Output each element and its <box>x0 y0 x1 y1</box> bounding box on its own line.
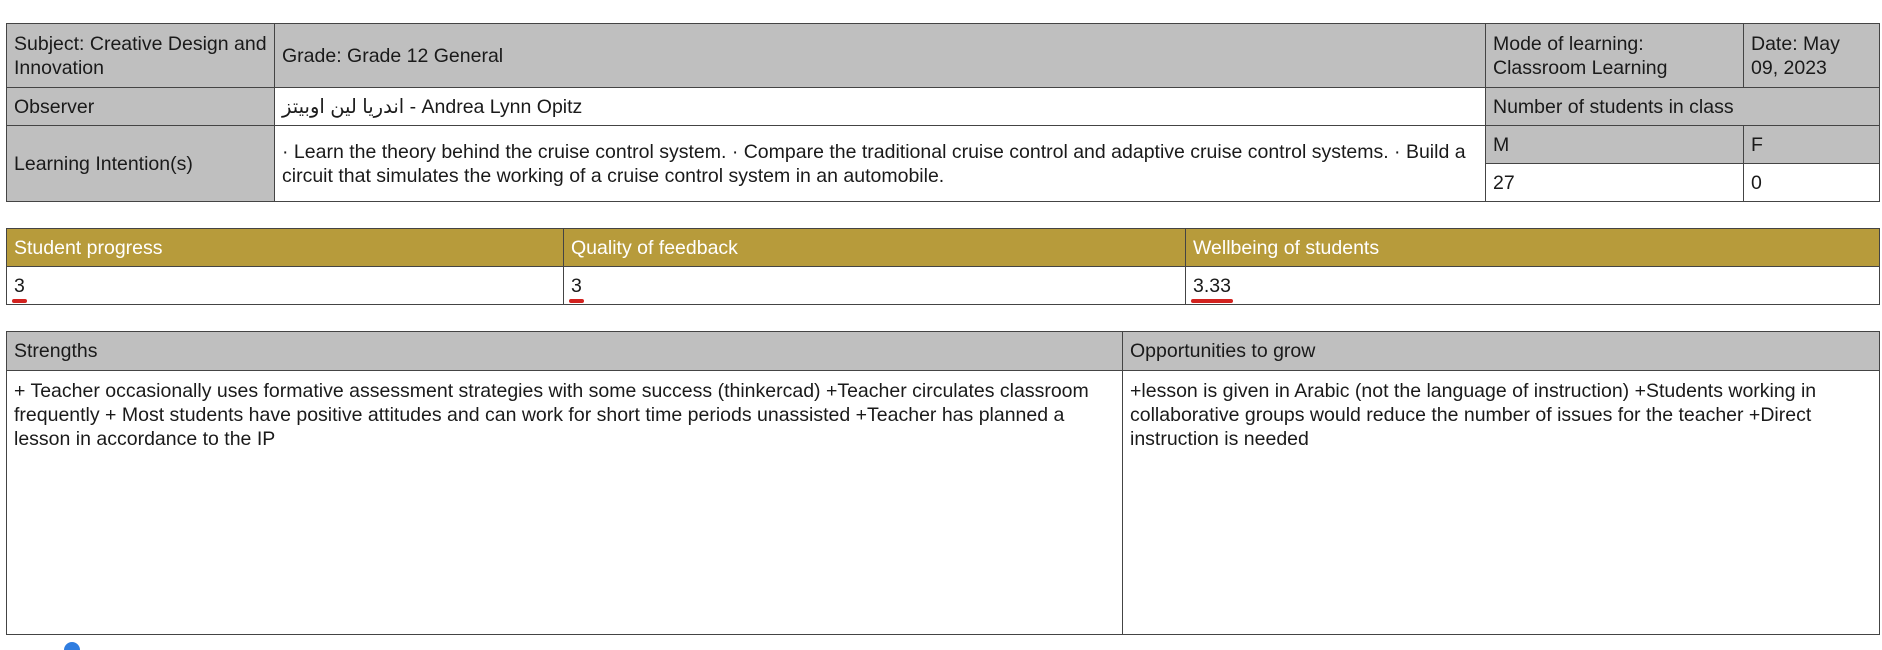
observer-name-arabic: اندريا لين اوبيتز <box>282 95 405 118</box>
strengths-header: Strengths <box>6 331 1123 371</box>
observation-header-table: Subject: Creative Design and Innovation … <box>6 23 1880 202</box>
wellbeing-cell: 3.33 <box>1185 266 1880 305</box>
quality-of-feedback-header: Quality of feedback <box>563 228 1186 267</box>
opportunities-header: Opportunities to grow <box>1122 331 1880 371</box>
male-count: 27 <box>1485 163 1744 202</box>
quality-of-feedback-score: 3 <box>569 274 584 303</box>
student-progress-header: Student progress <box>6 228 564 267</box>
observer-label: Observer <box>6 87 275 126</box>
opportunities-text: +lesson is given in Arabic (not the lang… <box>1122 370 1880 635</box>
observer-name-english: - Andrea Lynn Opitz <box>404 95 583 118</box>
date-cell: Date: May 09, 2023 <box>1743 23 1880 88</box>
student-progress-score: 3 <box>12 274 27 303</box>
red-underline-mark <box>1191 298 1233 303</box>
learning-intention-label: Learning Intention(s) <box>6 125 275 202</box>
quality-of-feedback-cell: 3 <box>563 266 1186 305</box>
mode-cell: Mode of learning: Classroom Learning <box>1485 23 1744 88</box>
male-label: M <box>1485 125 1744 164</box>
blue-indicator-icon <box>64 642 80 650</box>
strengths-text: + Teacher occasionally uses formative as… <box>6 370 1123 635</box>
ratings-table: Student progress Quality of feedback Wel… <box>6 228 1880 305</box>
student-progress-cell: 3 <box>6 266 564 305</box>
female-count: 0 <box>1743 163 1880 202</box>
wellbeing-score: 3.33 <box>1191 274 1233 303</box>
feedback-table: Strengths Opportunities to grow + Teache… <box>6 331 1880 635</box>
learning-intention-text: · Learn the theory behind the cruise con… <box>274 125 1486 202</box>
wellbeing-header: Wellbeing of students <box>1185 228 1880 267</box>
female-label: F <box>1743 125 1880 164</box>
red-underline-mark <box>12 298 27 303</box>
students-count-label: Number of students in class <box>1485 87 1880 126</box>
red-underline-mark <box>569 298 584 303</box>
observer-name-cell: اندريا لين اوبيتز - Andrea Lynn Opitz <box>274 87 1486 126</box>
grade-cell: Grade: Grade 12 General <box>274 23 1486 88</box>
subject-cell: Subject: Creative Design and Innovation <box>6 23 275 88</box>
